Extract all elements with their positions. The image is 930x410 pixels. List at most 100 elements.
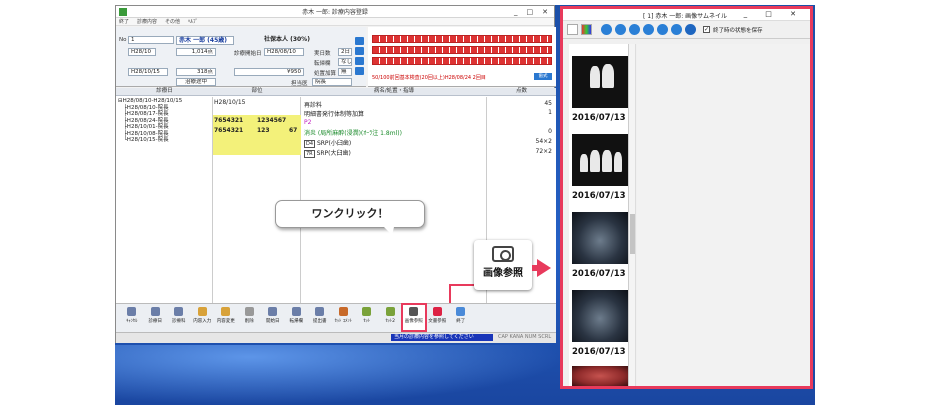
set2-button[interactable]: ｾｯﾄ2 <box>379 304 403 331</box>
upper-teeth-row[interactable] <box>372 35 552 43</box>
month-field: H28/10 <box>128 48 156 56</box>
staff-field[interactable]: 院長 <box>312 78 352 86</box>
folder-icon[interactable] <box>657 24 668 35</box>
arrow-right-icon <box>537 259 551 277</box>
thumbnail-window: [ 1] 赤木 一郎: 画像サムネイル _ □ ✕ ✓ 終了時の状態を保存 20… <box>560 6 813 389</box>
procedure-row[interactable]: SRP(大臼歯) <box>317 150 351 157</box>
patient-info-panel: No 1 赤木 一郎 (45歳) 社保本人 (30%) H28/10 1,014… <box>116 27 366 87</box>
exit-icon <box>456 307 466 316</box>
dept-label: 処置加算 <box>314 71 337 77</box>
side-buttons <box>355 37 365 77</box>
scrollbar-thumb[interactable] <box>630 214 635 254</box>
image-reference-button[interactable]: 画像参照 <box>401 303 427 332</box>
side-button-4[interactable] <box>355 67 364 75</box>
menu-treatment[interactable]: 診療内容 <box>137 18 157 25</box>
cancel-button[interactable]: ｷｬﾝｾﾙ <box>120 304 144 331</box>
grid-icon[interactable] <box>643 24 654 35</box>
thumbnail-panorama[interactable] <box>572 290 628 342</box>
xray-icon[interactable] <box>601 24 612 35</box>
thumbnail-xray[interactable] <box>572 134 628 186</box>
edit-button[interactable]: 内容変更 <box>214 304 238 331</box>
visit-points: 318点 <box>176 68 216 76</box>
tree-item[interactable]: └H28/10/15-院長 <box>118 137 210 144</box>
submit-doc-button[interactable]: 提出書 <box>308 304 332 331</box>
thumbnail-photo[interactable] <box>572 366 628 386</box>
side-button-2[interactable] <box>355 47 364 55</box>
save-state-label: 終了時の状態を保存 <box>713 27 763 34</box>
col-header-procedure[interactable]: 病名/処置・指導 <box>301 88 487 96</box>
upper-teeth-row-2[interactable] <box>372 46 552 54</box>
procedure-row[interactable]: 明細書発行体制等加算 <box>304 109 364 118</box>
close-button[interactable]: ✕ <box>542 8 548 16</box>
thumbnail-window-title: [ 1] 赤木 一郎: 画像サムネイル <box>643 13 728 20</box>
comment-icon <box>338 307 348 316</box>
procedure-row[interactable]: 消炎 (局所麻酔(浸潤)(ｵｰﾗ注 1.8ml)) <box>304 128 402 137</box>
col-header-date[interactable]: 診療日 <box>116 88 213 96</box>
patient-no-field[interactable]: 1 <box>128 36 174 44</box>
points-cell: 45 <box>544 100 552 107</box>
transfer-icon <box>291 307 301 316</box>
department-button[interactable]: 診療科 <box>167 304 191 331</box>
procedure-row[interactable]: SRP(小臼歯) <box>317 140 351 147</box>
tooth-code[interactable]: 123 <box>257 127 270 134</box>
tooth-code[interactable]: 7654321 <box>214 127 243 134</box>
keyboard-status: CAP KANA NUM SCRL <box>498 334 552 340</box>
calendar-icon <box>150 307 160 316</box>
transfer-field[interactable]: なし <box>338 58 352 66</box>
tooth-code[interactable]: 1234567 <box>257 117 286 124</box>
image-reference-zoom[interactable]: 画像参照 <box>474 240 532 290</box>
image-viewer[interactable] <box>637 44 810 386</box>
transfer-button[interactable]: 転帰欄 <box>285 304 309 331</box>
menu-help[interactable]: ﾍﾙﾌﾟ <box>188 18 198 25</box>
highlight-connector <box>449 284 476 286</box>
document-reference-button[interactable]: 文書参照 <box>426 304 450 331</box>
col-header-site[interactable]: 部位 <box>213 88 301 96</box>
thumbnail-scrollbar[interactable] <box>629 44 636 386</box>
globe-icon[interactable] <box>671 24 682 35</box>
document-icon <box>432 307 442 316</box>
tooth-code[interactable]: 67 <box>289 127 297 134</box>
maximize-button[interactable]: □ <box>527 8 534 16</box>
procedure-row[interactable]: P2 <box>304 119 311 126</box>
procedure-tag: 7R <box>304 150 315 158</box>
settings-icon[interactable] <box>567 24 578 35</box>
etc-icon[interactable] <box>685 24 696 35</box>
side-button-1[interactable] <box>355 37 364 45</box>
tooth-chart[interactable]: 50/100前回基本検査(20回以上)H28/08/24 2回目 歯式 <box>368 27 556 87</box>
palette-icon[interactable] <box>581 24 592 35</box>
amount-field: ¥950 <box>234 68 304 76</box>
save-state-checkbox[interactable]: ✓ <box>703 26 710 33</box>
status-field: 治療途中 <box>176 78 216 86</box>
site-date: H28/10/15 <box>214 99 246 106</box>
thumbnail-window-controls[interactable]: _ □ ✕ <box>744 10 804 18</box>
delete-button[interactable]: 削除 <box>238 304 262 331</box>
procedure-row[interactable]: 再診料 <box>304 100 322 109</box>
col-header-points[interactable]: 点数 <box>487 88 556 96</box>
side-button-3[interactable] <box>355 57 364 65</box>
image-reference-label: 画像参照 <box>483 268 523 279</box>
panorama-icon[interactable] <box>615 24 626 35</box>
set-button[interactable]: ｾｯﾄ <box>355 304 379 331</box>
status-message: 当月の診療内容を参照してください <box>391 334 493 341</box>
thumbnail-date: 2016/07/13 <box>572 347 626 357</box>
list-icon[interactable] <box>629 24 640 35</box>
lower-teeth-row[interactable] <box>372 57 552 65</box>
menu-other[interactable]: その他 <box>165 18 180 25</box>
exit-button[interactable]: 終了 <box>449 304 473 331</box>
highlight-connector <box>449 285 451 303</box>
no-label: No <box>119 37 127 43</box>
input-button[interactable]: 内容入力 <box>191 304 215 331</box>
start-date-button[interactable]: 開始日 <box>261 304 285 331</box>
tooth-code[interactable]: 7654321 <box>214 117 243 124</box>
set-comment-button[interactable]: ｾｯﾄ ｺﾒﾝﾄ <box>332 304 356 331</box>
dept-field[interactable]: 無 <box>338 68 352 76</box>
minimize-button[interactable]: _ <box>514 8 518 16</box>
menu-exit[interactable]: 終了 <box>119 18 129 25</box>
thumbnail-panorama[interactable] <box>572 212 628 264</box>
points-cell: 1 <box>548 109 552 116</box>
thumbnail-date: 2016/07/13 <box>572 191 626 201</box>
calendar-icon <box>268 307 278 316</box>
thumbnail-xray[interactable] <box>572 56 628 108</box>
visit-date-button[interactable]: 診療日 <box>144 304 168 331</box>
tooth-chart-button[interactable]: 歯式 <box>534 73 552 80</box>
